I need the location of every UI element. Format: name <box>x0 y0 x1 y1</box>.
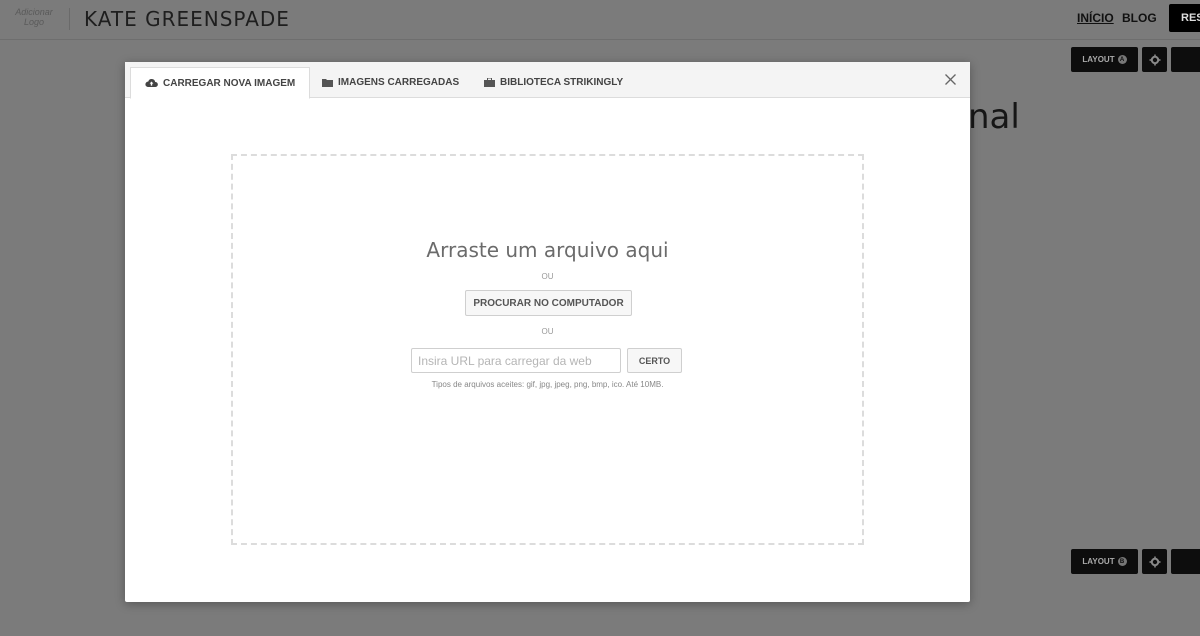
nav-home-link[interactable]: INÍCIO <box>1077 11 1114 25</box>
close-icon <box>944 73 956 85</box>
url-submit-button[interactable]: CERTO <box>627 348 682 373</box>
browse-computer-button[interactable]: PROCURAR NO COMPUTADOR <box>465 290 632 316</box>
tab-label: BIBLIOTECA STRIKINGLY <box>500 77 624 88</box>
layout-button[interactable]: LAYOUT B <box>1071 549 1138 574</box>
gear-icon <box>1149 54 1160 65</box>
section-action-button[interactable] <box>1171 47 1200 72</box>
image-upload-modal: CARREGAR NOVA IMAGEM IMAGENS CARREGADAS … <box>125 62 970 602</box>
tab-label: IMAGENS CARREGADAS <box>338 77 460 88</box>
section-layout-toolbar-top: LAYOUT A <box>1071 47 1200 72</box>
section-action-button[interactable] <box>1171 549 1200 574</box>
nav-blog-link[interactable]: BLOG <box>1122 11 1157 25</box>
folder-icon <box>322 79 333 87</box>
briefcase-icon <box>484 78 495 87</box>
settings-button[interactable] <box>1142 47 1167 72</box>
modal-tab-bar: CARREGAR NOVA IMAGEM IMAGENS CARREGADAS … <box>125 62 970 99</box>
cloud-upload-icon <box>145 79 158 87</box>
tab-strikingly-library[interactable]: BIBLIOTECA STRIKINGLY <box>470 67 637 98</box>
or-separator: OU <box>541 327 554 336</box>
gear-icon <box>1149 556 1160 567</box>
tab-uploaded-images[interactable]: IMAGENS CARREGADAS <box>308 67 473 98</box>
layout-label: LAYOUT <box>1082 557 1115 566</box>
dropzone-title: Arraste um arquivo aqui <box>426 238 669 262</box>
logo-divider <box>69 8 70 30</box>
tab-upload-new-image[interactable]: CARREGAR NOVA IMAGEM <box>130 67 311 99</box>
accepted-file-types-note: Tipos de arquivos aceites: gif, jpg, jpe… <box>431 380 664 389</box>
add-logo-placeholder[interactable]: Adicionar Logo <box>10 7 58 27</box>
tab-label: CARREGAR NOVA IMAGEM <box>163 77 296 89</box>
image-url-input[interactable] <box>411 348 621 373</box>
layout-badge: B <box>1117 557 1127 566</box>
settings-button[interactable] <box>1142 549 1167 574</box>
section-layout-toolbar-bottom: LAYOUT B <box>1071 549 1200 574</box>
layout-button[interactable]: LAYOUT A <box>1071 47 1138 72</box>
file-dropzone[interactable]: Arraste um arquivo aqui OU PROCURAR NO C… <box>231 154 864 545</box>
or-separator: OU <box>541 272 554 281</box>
background-heading-fragment: nal <box>968 97 1020 137</box>
close-modal-button[interactable] <box>942 71 958 87</box>
nav-cta-button[interactable]: RES <box>1169 4 1200 32</box>
site-header: Adicionar Logo KATE GREENSPADE INÍCIO BL… <box>0 0 1200 40</box>
site-name[interactable]: KATE GREENSPADE <box>84 7 290 31</box>
layout-badge: A <box>1117 55 1127 64</box>
layout-label: LAYOUT <box>1082 55 1115 64</box>
